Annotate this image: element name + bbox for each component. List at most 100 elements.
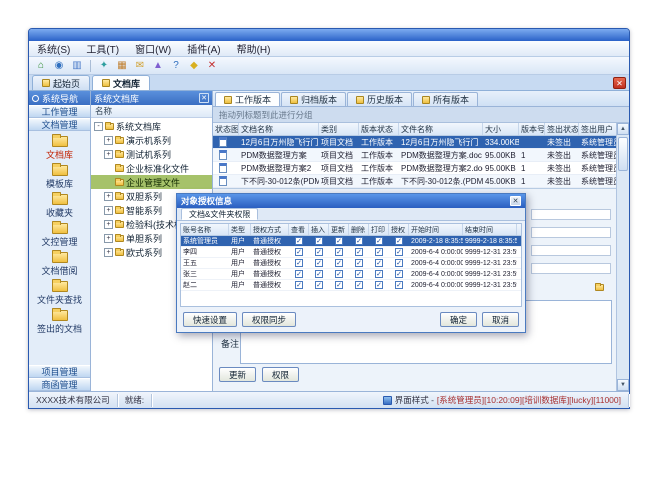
permission-row[interactable]: 李四用户普通授权✓✓✓✓✓✓2009-6-4 0:00:009999-12-31… bbox=[181, 247, 521, 258]
permission-column-7[interactable]: 删除 bbox=[349, 224, 369, 235]
expander-icon[interactable]: - bbox=[94, 122, 103, 131]
vertical-scrollbar[interactable]: ▲ ▼ bbox=[616, 123, 629, 391]
permission-sync-button[interactable]: 权限同步 bbox=[242, 312, 296, 327]
column-header-9[interactable]: 签出用户 bbox=[579, 123, 617, 135]
version-tab-4[interactable]: 所有版本 bbox=[413, 92, 478, 106]
permission-column-8[interactable]: 打印 bbox=[369, 224, 389, 235]
lock-icon[interactable]: ◆ bbox=[187, 59, 201, 73]
menu-item-1[interactable]: 系统(S) bbox=[29, 41, 78, 56]
checkbox-checked[interactable]: ✓ bbox=[355, 248, 363, 256]
permission-column-1[interactable]: 账号名称 bbox=[181, 224, 229, 235]
detail-field[interactable] bbox=[531, 209, 611, 220]
tree-item-2[interactable]: +演示机系列 bbox=[91, 133, 212, 147]
sidebar-item-5[interactable]: 文档借阅 bbox=[29, 250, 90, 279]
checkbox-checked[interactable]: ✓ bbox=[355, 270, 363, 278]
permission-column-4[interactable]: 查看 bbox=[289, 224, 309, 235]
expander-icon[interactable]: + bbox=[104, 234, 113, 243]
expander-icon[interactable]: + bbox=[104, 150, 113, 159]
folder-browse-icon[interactable] bbox=[595, 284, 604, 291]
table-row[interactable]: 12月6日万州隐飞行门项目文档工作版本12月6日万州隐飞行门334.00KB未签… bbox=[213, 136, 616, 149]
checkbox-checked[interactable]: ✓ bbox=[315, 281, 323, 289]
close-document-tab-button[interactable]: ✕ bbox=[613, 77, 626, 89]
permission-column-10[interactable]: 开始时间 bbox=[409, 224, 463, 235]
sidebar-item-6[interactable]: 文件夹查找 bbox=[29, 279, 90, 308]
update-button[interactable]: 更新 bbox=[219, 367, 256, 382]
expander-icon[interactable]: + bbox=[104, 192, 113, 201]
document-tab-1[interactable]: 起始页 bbox=[32, 75, 90, 90]
checkbox-checked[interactable]: ✓ bbox=[355, 281, 363, 289]
detail-field[interactable] bbox=[531, 263, 611, 274]
permission-button[interactable]: 权限 bbox=[262, 367, 299, 382]
column-header-8[interactable]: 签出状态 bbox=[545, 123, 579, 135]
column-header-2[interactable]: 文档名称 bbox=[239, 123, 319, 135]
expander-icon[interactable]: + bbox=[104, 248, 113, 257]
scroll-up-icon[interactable]: ▲ bbox=[617, 123, 629, 135]
scroll-down-icon[interactable]: ▼ bbox=[617, 379, 629, 391]
menu-item-2[interactable]: 工具(T) bbox=[78, 41, 127, 56]
group-by-area[interactable]: 拖动列标题到此进行分组 bbox=[213, 107, 629, 123]
permission-column-3[interactable]: 授权方式 bbox=[251, 224, 289, 235]
menu-item-3[interactable]: 窗口(W) bbox=[127, 41, 179, 56]
sidebar-item-2[interactable]: 模板库 bbox=[29, 163, 90, 192]
sidebar-item-4[interactable]: 文控管理 bbox=[29, 221, 90, 250]
sidebar-band-project[interactable]: 项目管理 bbox=[29, 365, 90, 378]
permission-column-2[interactable]: 类型 bbox=[229, 224, 251, 235]
checkbox-checked[interactable]: ✓ bbox=[395, 259, 403, 267]
permission-row[interactable]: 赵二用户普通授权✓✓✓✓✓✓2009-6-4 0:00:009999-12-31… bbox=[181, 280, 521, 291]
table-row[interactable]: 下不同-30-012条(PDM项目文档工作版本下不同-30-012条.(PDM4… bbox=[213, 175, 616, 188]
checkbox-checked[interactable]: ✓ bbox=[395, 237, 403, 245]
permission-column-9[interactable]: 授权 bbox=[389, 224, 409, 235]
checkbox-checked[interactable]: ✓ bbox=[335, 270, 343, 278]
tree-item-3[interactable]: +测试机系列 bbox=[91, 147, 212, 161]
checkbox-checked[interactable]: ✓ bbox=[355, 259, 363, 267]
checkbox-checked[interactable]: ✓ bbox=[375, 270, 383, 278]
sidebar-item-3[interactable]: 收藏夹 bbox=[29, 192, 90, 221]
tree-item-1[interactable]: -系统文档库 bbox=[91, 119, 212, 133]
expander-icon[interactable]: + bbox=[104, 206, 113, 215]
column-header-4[interactable]: 版本状态 bbox=[359, 123, 399, 135]
checkbox-checked[interactable]: ✓ bbox=[295, 259, 303, 267]
chart-icon[interactable]: ▲ bbox=[151, 59, 165, 73]
checkbox-checked[interactable]: ✓ bbox=[315, 237, 323, 245]
tree-column-header[interactable]: 名称 bbox=[91, 105, 212, 118]
expander-icon[interactable]: + bbox=[104, 220, 113, 229]
quick-settings-button[interactable]: 快速设置 bbox=[183, 312, 237, 327]
title-bar[interactable] bbox=[29, 29, 629, 41]
refresh-icon[interactable]: ◉ bbox=[52, 59, 66, 73]
close-tree-panel-icon[interactable]: ✕ bbox=[199, 93, 209, 103]
ok-button[interactable]: 确定 bbox=[440, 312, 477, 327]
checkbox-checked[interactable]: ✓ bbox=[295, 248, 303, 256]
column-header-1[interactable]: 状态图 bbox=[213, 123, 239, 135]
theme-icon[interactable] bbox=[383, 396, 392, 405]
help-icon[interactable]: ? bbox=[169, 59, 183, 73]
tree-item-4[interactable]: 企业标准化文件 bbox=[91, 161, 212, 175]
checkbox-checked[interactable]: ✓ bbox=[295, 237, 303, 245]
sidebar-band-work[interactable]: 工作管理 bbox=[29, 105, 90, 118]
detail-field[interactable] bbox=[531, 245, 611, 256]
menu-item-5[interactable]: 帮助(H) bbox=[229, 41, 279, 56]
column-header-7[interactable]: 版本号 bbox=[519, 123, 545, 135]
dialog-close-icon[interactable]: ✕ bbox=[510, 196, 521, 206]
checkbox-checked[interactable]: ✓ bbox=[335, 259, 343, 267]
version-tab-1[interactable]: 工作版本 bbox=[215, 92, 280, 106]
checkbox-checked[interactable]: ✓ bbox=[315, 259, 323, 267]
permission-column-5[interactable]: 插入 bbox=[309, 224, 329, 235]
checkbox-checked[interactable]: ✓ bbox=[335, 281, 343, 289]
checkbox-checked[interactable]: ✓ bbox=[375, 248, 383, 256]
cancel-button[interactable]: 取消 bbox=[482, 312, 519, 327]
expander-icon[interactable]: + bbox=[104, 136, 113, 145]
checkbox-checked[interactable]: ✓ bbox=[395, 248, 403, 256]
dialog-tab-permissions[interactable]: 文档&文件夹权限 bbox=[181, 208, 258, 220]
report-icon[interactable]: ▦ bbox=[115, 59, 129, 73]
sidebar-band-document[interactable]: 文档管理 bbox=[29, 118, 90, 131]
home-icon[interactable]: ⌂ bbox=[34, 59, 48, 73]
table-row[interactable]: PDM数据整理方案项目文档工作版本PDM数据整理方案.doc95.00KB1未签… bbox=[213, 149, 616, 162]
exit-icon[interactable]: ✕ bbox=[205, 59, 219, 73]
checkbox-checked[interactable]: ✓ bbox=[395, 270, 403, 278]
scrollbar-thumb[interactable] bbox=[618, 137, 628, 171]
checkbox-checked[interactable]: ✓ bbox=[375, 281, 383, 289]
menu-item-4[interactable]: 插件(A) bbox=[179, 41, 228, 56]
checkbox-checked[interactable]: ✓ bbox=[315, 248, 323, 256]
permission-row[interactable]: 王五用户普通授权✓✓✓✓✓✓2009-6-4 0:00:009999-12-31… bbox=[181, 258, 521, 269]
permission-row[interactable]: 系统管理员用户普通授权✓✓✓✓✓✓2009-2-18 8:35:579999-2… bbox=[181, 236, 521, 247]
